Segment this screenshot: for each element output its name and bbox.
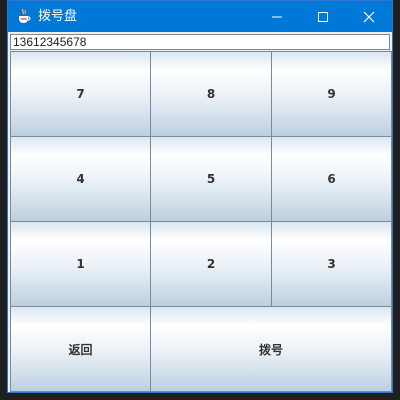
key-8-button[interactable]: 8	[150, 51, 272, 137]
key-9-button[interactable]: 9	[271, 51, 392, 137]
key-6-button[interactable]: 6	[271, 136, 392, 222]
key-3-button[interactable]: 3	[271, 221, 392, 307]
key-7-button[interactable]: 7	[10, 51, 151, 137]
key-4-button[interactable]: 4	[10, 136, 151, 222]
dialpad-window: 拨号盘 13612345678 7 8 9 4 5 6 1 2 3 返回 拨号	[7, 0, 393, 393]
key-5-button[interactable]: 5	[150, 136, 272, 222]
back-button[interactable]: 返回	[10, 306, 151, 392]
close-button[interactable]	[346, 1, 392, 32]
java-coffee-cup-icon	[17, 8, 31, 24]
key-1-button[interactable]: 1	[10, 221, 151, 307]
minimize-button[interactable]	[254, 1, 300, 32]
key-2-button[interactable]: 2	[150, 221, 272, 307]
dial-button[interactable]: 拨号	[150, 306, 392, 392]
title-bar[interactable]: 拨号盘	[8, 1, 392, 32]
keypad: 7 8 9 4 5 6 1 2 3 返回 拨号	[10, 51, 392, 392]
phone-number-field[interactable]: 13612345678	[10, 34, 390, 50]
window-title: 拨号盘	[38, 9, 78, 24]
maximize-button[interactable]	[300, 1, 346, 32]
